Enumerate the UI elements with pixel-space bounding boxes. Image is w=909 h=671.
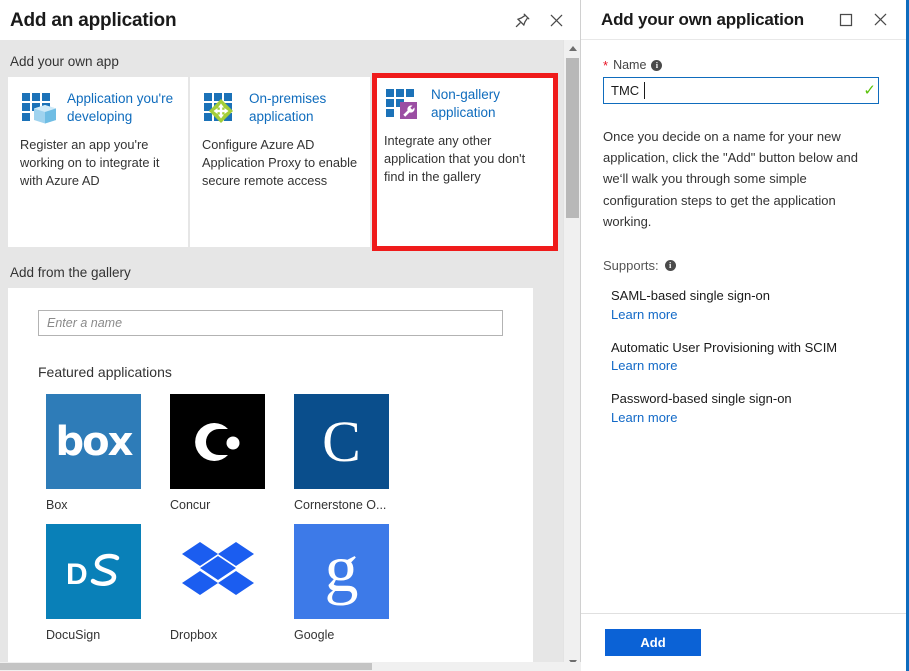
gallery-panel: Featured applications box Box: [8, 288, 533, 671]
gallery-tile-concur[interactable]: Concur: [170, 394, 268, 512]
card-title: Non-gallery application: [431, 87, 501, 121]
learn-more-link[interactable]: Learn more: [611, 357, 884, 376]
add-application-blade-content: Add your own app Application you're deve…: [0, 40, 580, 671]
gallery-tile-cornerstone[interactable]: C Cornerstone O...: [294, 394, 392, 512]
supports-label-text: Supports:: [603, 257, 659, 273]
tile-label: Concur: [170, 498, 211, 512]
support-title: Automatic User Provisioning with SCIM: [611, 339, 838, 355]
add-application-blade-header: Add an application: [0, 0, 580, 40]
blade-scroll-region: Add your own app Application you're deve…: [0, 40, 560, 671]
on-premises-icon: [202, 90, 240, 128]
gallery-tile-google[interactable]: g Google: [294, 524, 392, 642]
add-your-own-application-blade: Add your own application * Name i TMC ✓ …: [581, 0, 909, 671]
info-icon[interactable]: i: [651, 59, 663, 71]
featured-applications-label: Featured applications: [38, 364, 172, 380]
card-on-premises-application[interactable]: On-premises application Configure Azure …: [190, 77, 370, 247]
learn-more-link[interactable]: Learn more: [611, 409, 884, 428]
vertical-scrollbar-thumb[interactable]: [566, 58, 579, 218]
tile-label: Cornerstone O...: [294, 498, 387, 512]
featured-application-grid: box Box Concur C Cornerstone O... D Docu…: [46, 394, 533, 642]
card-non-gallery-application[interactable]: Non-gallery application Integrate any ot…: [372, 73, 558, 251]
learn-more-link[interactable]: Learn more: [611, 306, 884, 325]
card-title: Application you're developing: [67, 91, 174, 125]
support-title: Password-based single sign-on: [611, 391, 792, 407]
maximize-icon[interactable]: [836, 10, 856, 30]
gallery-tile-dropbox[interactable]: Dropbox: [170, 524, 268, 642]
support-item-scim: Automatic User Provisioning with SCIM Le…: [603, 339, 884, 377]
gallery-tile-box[interactable]: box Box: [46, 394, 144, 512]
dropbox-logo: [170, 524, 265, 619]
scroll-up-arrow-icon[interactable]: [564, 40, 580, 57]
card-description: Integrate any other application that you…: [384, 133, 526, 185]
card-header: On-premises application: [202, 89, 359, 128]
card-application-youre-developing[interactable]: Application you're developing Register a…: [8, 77, 188, 247]
gallery-section-label: Add from the gallery: [10, 265, 131, 280]
name-label-text: Name: [613, 58, 647, 72]
close-icon[interactable]: [546, 10, 566, 30]
tile-label: Dropbox: [170, 628, 218, 642]
azure-portal-add-application-screen: Add an application Add your own app Appl…: [0, 0, 909, 671]
supports-label: Supports: i: [603, 258, 884, 273]
box-logo: box: [46, 394, 141, 489]
gallery-search-input[interactable]: [38, 310, 503, 336]
text-cursor: [644, 82, 645, 99]
support-item-password-sso: Password-based single sign-on Learn more: [603, 390, 884, 428]
docusign-logo: D: [46, 524, 141, 619]
tile-label: Box: [46, 498, 68, 512]
non-gallery-icon: [384, 86, 422, 124]
panel-title: Add your own application: [601, 10, 804, 29]
pin-icon[interactable]: [512, 10, 532, 30]
svg-text:D: D: [66, 558, 88, 591]
concur-logo: [170, 394, 265, 489]
add-your-own-application-header: Add your own application: [581, 0, 906, 40]
gallery-tile-docusign[interactable]: D DocuSign: [46, 524, 144, 642]
page-title: Add an application: [10, 9, 177, 31]
name-input-wrapper: ✓: [603, 77, 884, 104]
vertical-scrollbar[interactable]: [563, 40, 580, 671]
horizontal-scrollbar-thumb[interactable]: [0, 663, 372, 670]
own-app-card-list: Application you're developing Register a…: [0, 73, 560, 251]
cornerstone-logo: C: [294, 394, 389, 489]
card-description: Register an app you're working on to int…: [20, 137, 160, 189]
add-your-own-application-body: * Name i ✓ Once you decide on a name for…: [581, 40, 906, 613]
horizontal-scrollbar[interactable]: [0, 662, 581, 671]
add-your-own-application-footer: Add: [581, 613, 906, 671]
info-icon[interactable]: i: [664, 259, 676, 271]
card-header: Non-gallery application: [384, 85, 547, 124]
help-text: Once you decide on a name for your new a…: [603, 129, 858, 229]
required-marker: *: [603, 57, 609, 73]
card-description: Configure Azure AD Application Proxy to …: [202, 137, 358, 189]
add-button[interactable]: Add: [605, 629, 701, 656]
support-item-saml: SAML-based single sign-on Learn more: [603, 287, 884, 325]
name-field-label: * Name i: [603, 58, 884, 72]
tile-label: DocuSign: [46, 628, 101, 642]
card-header: Application you're developing: [20, 89, 177, 128]
tile-label: Google: [294, 628, 335, 642]
google-logo: g: [294, 524, 389, 619]
blade-header-actions: [512, 10, 566, 30]
card-title: On-premises application: [249, 91, 327, 125]
app-developing-icon: [20, 90, 58, 128]
own-app-section-label: Add your own app: [10, 54, 119, 69]
support-title: SAML-based single sign-on: [611, 287, 770, 303]
blade-header-actions: [836, 10, 890, 30]
close-icon[interactable]: [870, 10, 890, 30]
add-application-blade: Add an application Add your own app Appl…: [0, 0, 581, 671]
